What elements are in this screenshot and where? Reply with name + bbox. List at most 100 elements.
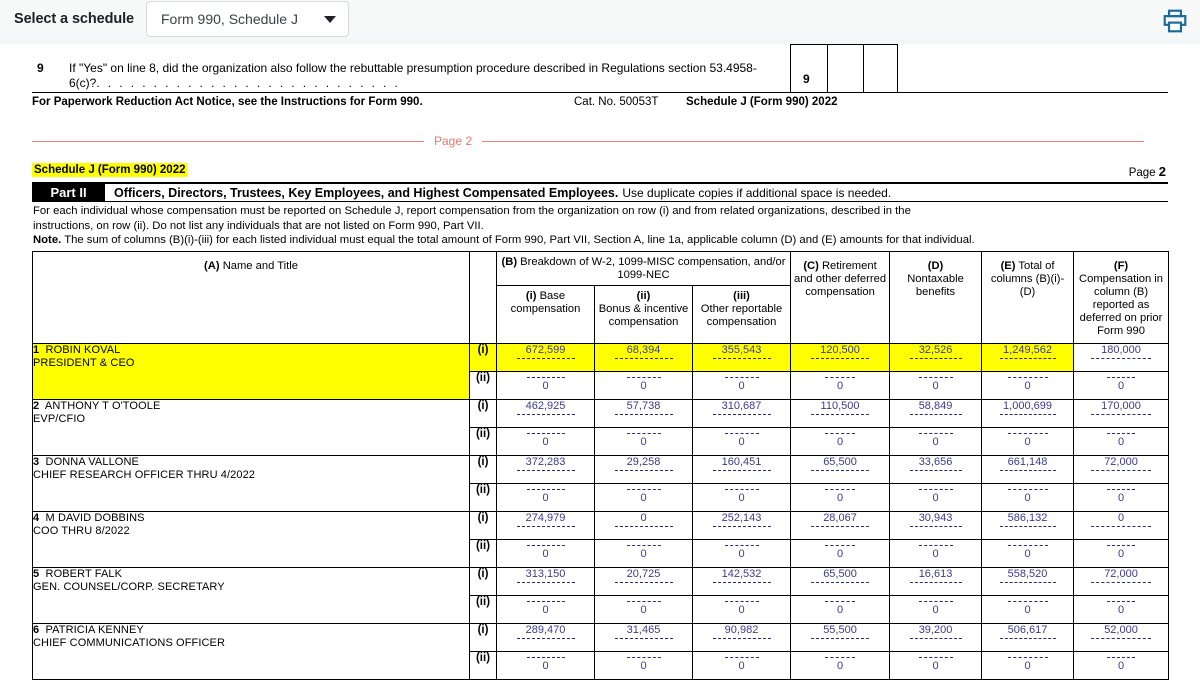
col-f-tag: (F) (1113, 259, 1129, 272)
comp-value-row-ii: 0 (496, 594, 595, 624)
person-title: EVP/CFIO (33, 413, 86, 426)
comp-value-row-ii: 0 (889, 482, 983, 512)
comp-value-row-ii: 0 (790, 482, 891, 512)
page-break-divider: Page 2 (32, 127, 1168, 157)
part-ii-tag: Part II (32, 184, 105, 201)
comp-value-row-ii: 0 (1073, 482, 1170, 512)
dashed-rule (1091, 637, 1152, 639)
comp-value-row-i: 20,725 (594, 566, 693, 596)
table-row: 6 PATRICIA KENNEY CHIEF COMMUNICATIONS OF… (32, 622, 1170, 680)
table-row: 1 ROBIN KOVAL PRESIDENT & CEO (i) 672,599 68… (32, 342, 1170, 400)
comp-value-row-i: 372,283 (496, 454, 595, 484)
dashed-rule (526, 376, 565, 378)
row-index: 6 (33, 623, 40, 636)
schedule-select[interactable]: Form 990, Schedule J (146, 1, 349, 37)
person-name: 6 PATRICIA KENNEY (33, 623, 144, 636)
dashed-rule (999, 413, 1056, 415)
comp-value-row-ii: 0 (496, 538, 595, 568)
comp-amount: 0 (1117, 435, 1125, 448)
comp-amount: 0 (640, 435, 647, 448)
comp-value-row-ii: 0 (1073, 426, 1170, 456)
comp-amount: 310,687 (721, 399, 762, 412)
dashed-rule (516, 357, 575, 359)
comp-amount: 72,000 (1104, 455, 1138, 468)
comp-value-row-ii: 0 (981, 594, 1075, 624)
comp-amount: 31,465 (626, 623, 661, 636)
col-header-d: (D) Nontaxable benefits (889, 250, 983, 344)
footer-schedule-label: Schedule J (Form 990) 2022 (686, 96, 838, 108)
comp-amount: 0 (640, 603, 647, 616)
comp-value-row-i: 0 (594, 510, 693, 540)
comp-amount: 0 (932, 547, 939, 560)
row-name-cell: 2 ANTHONY T O'TOOLE EVP/CFIO (32, 398, 470, 456)
comp-value-row-ii: 0 (790, 426, 891, 456)
comp-amount: 58,849 (918, 399, 953, 412)
person-title: CHIEF RESEARCH OFFICER THRU 4/2022 (33, 469, 256, 482)
comp-value-row-i: 55,500 (790, 622, 891, 652)
dashed-rule (1007, 600, 1048, 602)
line-9-answer-boxes[interactable]: 9 (790, 44, 898, 92)
comp-amount: 0 (738, 659, 745, 672)
comp-amount: 55,500 (823, 623, 857, 636)
comp-amount: 0 (1117, 547, 1125, 560)
dashed-rule (825, 600, 856, 602)
comp-amount: 0 (640, 547, 647, 560)
part-ii-subtitle: Use duplicate copies if additional space… (622, 185, 892, 200)
dashed-rule (626, 544, 661, 546)
dashed-rule (724, 432, 759, 434)
row-name-cell: 1 ROBIN KOVAL PRESIDENT & CEO (32, 342, 470, 400)
dashed-rule (526, 488, 565, 490)
comp-value-row-ii: 0 (1073, 538, 1170, 568)
comp-value-row-ii: 0 (981, 650, 1075, 680)
col-header-b-ii: (ii) Bonus & incentive compensation (594, 284, 693, 344)
comp-amount: 0 (836, 659, 844, 672)
dashed-rule (526, 544, 565, 546)
row-index: 2 (33, 399, 40, 412)
comp-value-row-i: 58,849 (889, 398, 983, 428)
comp-amount: 0 (640, 511, 647, 524)
comp-value-row-i: 1,249,562 (981, 342, 1075, 372)
dashed-rule (526, 600, 565, 602)
comp-amount: 90,982 (724, 623, 759, 636)
comp-value-row-i: 142,532 (691, 566, 792, 596)
comp-amount: 0 (738, 379, 745, 392)
col-header-b-i: (i) Base compensation (496, 284, 595, 344)
col-bi-text: Base compensation (510, 289, 581, 315)
dashed-rule (999, 357, 1056, 359)
comp-amount: 142,532 (721, 567, 762, 580)
dashed-rule (724, 600, 759, 602)
comp-value-row-i: 52,000 (1073, 622, 1170, 652)
comp-value-row-ii: 0 (496, 370, 595, 400)
line-9-text: If "Yes" on line 8, did the organization… (69, 61, 757, 90)
comp-amount: 558,520 (1007, 567, 1048, 580)
comp-amount: 1,249,562 (1003, 343, 1052, 356)
row-marker-ii: (ii) (469, 426, 497, 456)
comp-amount: 0 (1024, 379, 1031, 392)
row-marker-ii: (ii) (469, 370, 497, 400)
comp-amount: 0 (542, 659, 549, 672)
comp-amount: 160,451 (721, 455, 762, 468)
comp-value-row-ii: 0 (691, 650, 792, 680)
comp-value-row-ii: 0 (790, 650, 891, 680)
dashed-rule (1091, 581, 1152, 583)
comp-amount: 313,150 (525, 567, 566, 580)
person-title: PRESIDENT & CEO (33, 357, 135, 370)
dashed-rule (918, 376, 953, 378)
dashed-rule (1091, 413, 1152, 415)
dashed-rule (712, 525, 771, 527)
dashed-rule (1107, 600, 1136, 602)
comp-amount: 0 (1024, 603, 1031, 616)
dashed-rule (811, 413, 870, 415)
cat-no: Cat. No. 50053T (574, 96, 659, 108)
col-f-text: Compensation in column (B) reported as d… (1079, 272, 1163, 337)
row-marker-ii: (ii) (469, 650, 497, 680)
comp-value-row-ii: 0 (790, 594, 891, 624)
dashed-rule (825, 376, 856, 378)
comp-value-row-ii: 0 (981, 426, 1075, 456)
row-marker-ii: (ii) (469, 538, 497, 568)
person-title: GEN. COUNSEL/CORP. SECRETARY (33, 581, 225, 594)
row-index: 5 (33, 567, 40, 580)
dashed-rule (1091, 525, 1152, 527)
print-icon[interactable] (1162, 8, 1188, 34)
person-name: 5 ROBERT FALK (33, 567, 123, 580)
